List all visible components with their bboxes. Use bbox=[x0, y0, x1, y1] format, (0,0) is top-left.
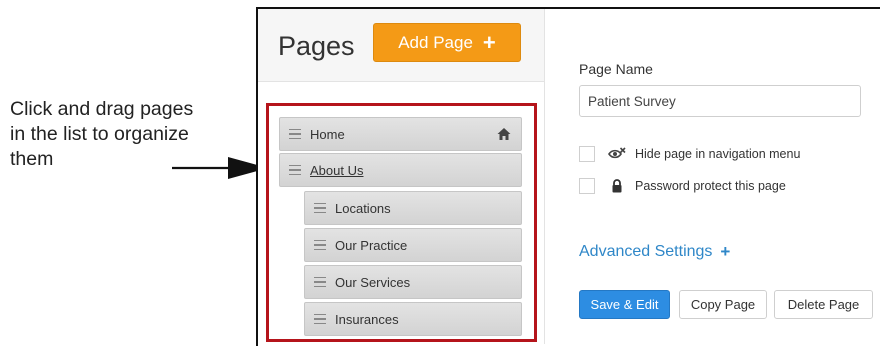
page-list-highlight: Home About Us Locations Our Practice Our… bbox=[266, 103, 537, 342]
page-item-home[interactable]: Home bbox=[279, 117, 522, 151]
add-page-button[interactable]: Add Page + bbox=[373, 23, 521, 62]
annotation-arrow-icon bbox=[172, 157, 268, 179]
page-item-locations[interactable]: Locations bbox=[304, 191, 522, 225]
advanced-settings-link[interactable]: Advanced Settings + bbox=[579, 242, 730, 262]
password-checkbox[interactable] bbox=[579, 178, 595, 194]
plus-icon: + bbox=[482, 29, 496, 55]
save-edit-button[interactable]: Save & Edit bbox=[579, 290, 670, 319]
delete-page-button[interactable]: Delete Page bbox=[774, 290, 873, 319]
add-page-label: Add Page bbox=[398, 32, 473, 52]
password-label: Password protect this page bbox=[635, 179, 786, 193]
drag-handle-icon[interactable] bbox=[314, 202, 326, 214]
page-name-label: Page Name bbox=[579, 61, 653, 77]
page-name-input[interactable] bbox=[579, 85, 861, 117]
page-item-label: Our Practice bbox=[335, 237, 408, 253]
drag-handle-icon[interactable] bbox=[314, 313, 326, 325]
eye-slash-icon bbox=[608, 147, 626, 159]
page-item-about-us[interactable]: About Us bbox=[279, 153, 522, 187]
hide-nav-checkbox[interactable] bbox=[579, 146, 595, 162]
pages-header: Pages Add Page + bbox=[258, 9, 544, 82]
page-title: Pages bbox=[278, 31, 355, 61]
page-item-label: About Us bbox=[310, 162, 364, 178]
page-item-our-services[interactable]: Our Services bbox=[304, 265, 522, 299]
page-item-insurances[interactable]: Insurances bbox=[304, 302, 522, 336]
home-icon bbox=[497, 128, 511, 140]
password-row: Password protect this page bbox=[579, 178, 786, 194]
hide-nav-label: Hide page in navigation menu bbox=[635, 147, 801, 161]
page-item-label: Home bbox=[310, 126, 345, 142]
drag-handle-icon[interactable] bbox=[289, 128, 301, 140]
hide-nav-row: Hide page in navigation menu bbox=[579, 146, 800, 162]
page-item-label: Our Services bbox=[335, 274, 411, 290]
pages-sidebar: Pages Add Page + Home About Us Locations bbox=[258, 9, 545, 344]
drag-handle-icon[interactable] bbox=[314, 239, 326, 251]
lock-icon bbox=[612, 179, 622, 193]
drag-handle-icon[interactable] bbox=[314, 276, 326, 288]
page-item-our-practice[interactable]: Our Practice bbox=[304, 228, 522, 262]
copy-page-button[interactable]: Copy Page bbox=[679, 290, 767, 319]
page-item-label: Locations bbox=[335, 200, 391, 216]
page-item-label: Insurances bbox=[335, 311, 399, 327]
pages-panel: Pages Add Page + Home About Us Locations bbox=[256, 7, 880, 346]
advanced-settings-label: Advanced Settings bbox=[579, 243, 713, 260]
plus-icon: + bbox=[720, 242, 731, 261]
page-settings: Page Name Hide page in navigation menu P… bbox=[545, 9, 880, 344]
drag-handle-icon[interactable] bbox=[289, 164, 301, 176]
